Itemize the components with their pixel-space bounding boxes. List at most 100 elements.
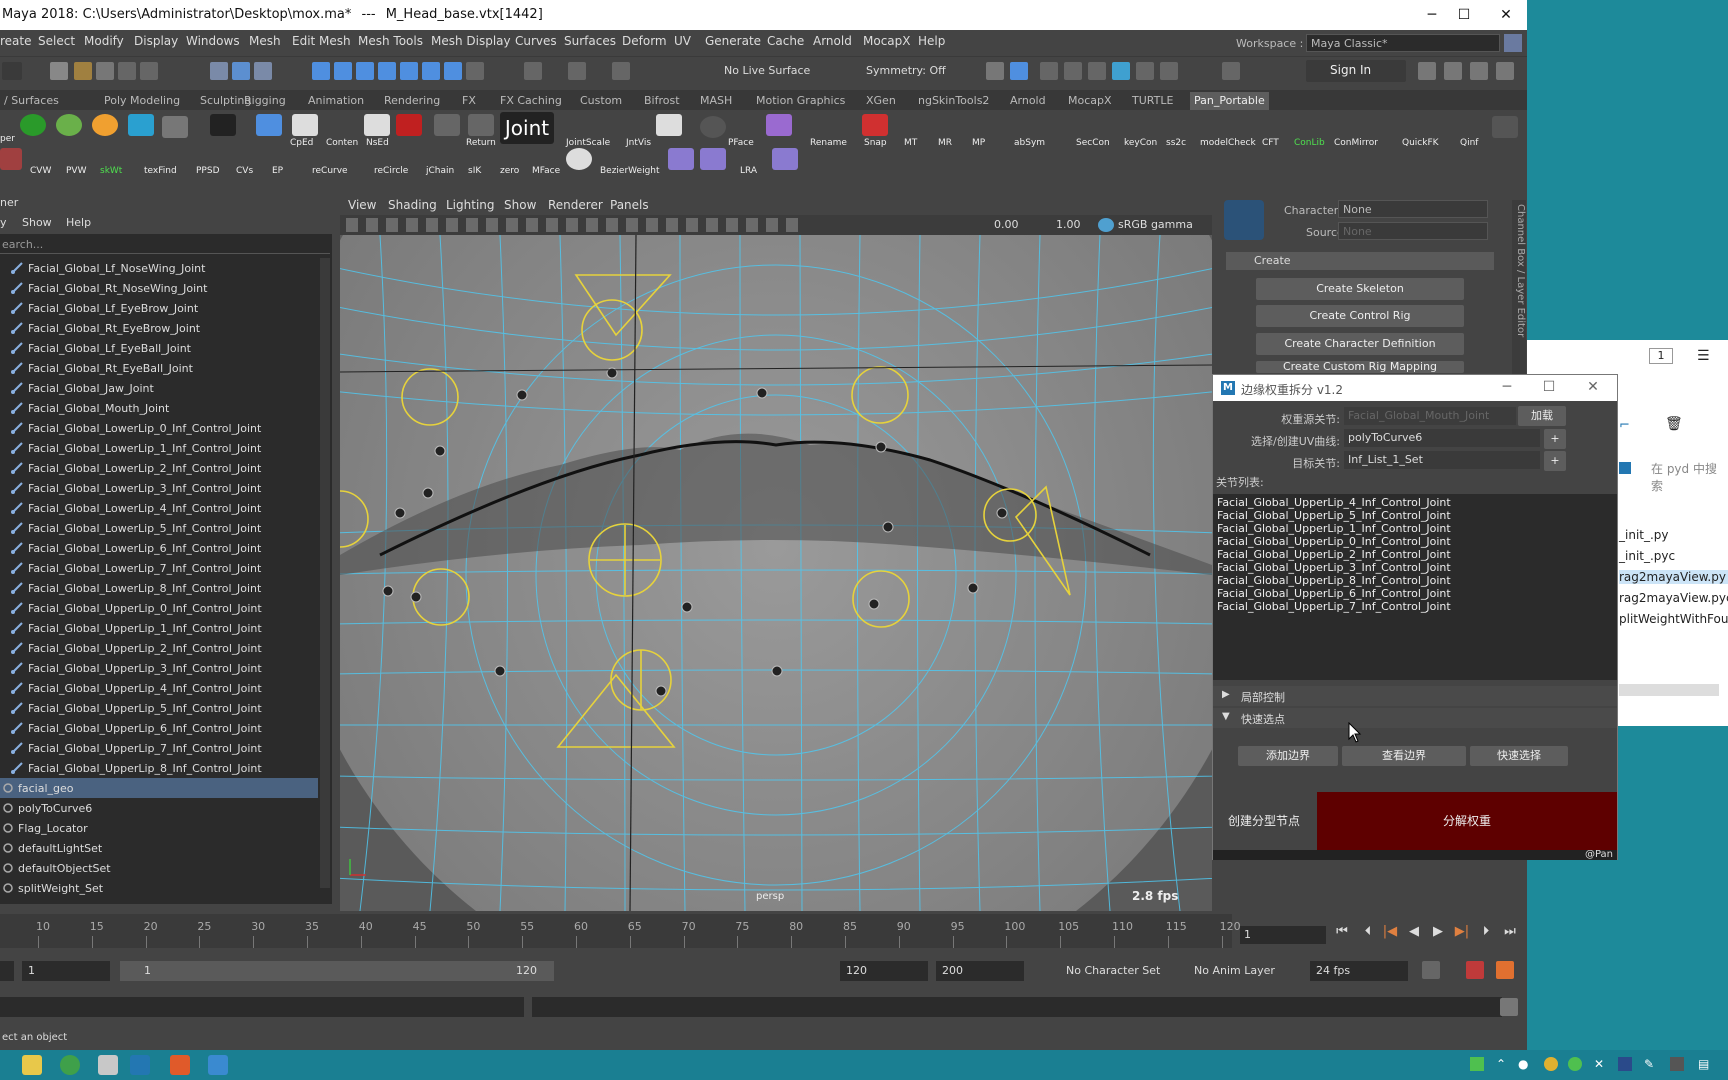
shelf-cvw[interactable]: CVW bbox=[30, 166, 51, 176]
add-border-button[interactable]: 添加边界 bbox=[1238, 746, 1338, 766]
outliner-item[interactable]: Facial_Global_Lf_EyeBrow_Joint bbox=[0, 298, 318, 318]
outliner-item[interactable]: Facial_Global_UpperLip_2_Inf_Control_Joi… bbox=[0, 638, 318, 658]
cped-icon[interactable] bbox=[256, 114, 282, 136]
outliner-item[interactable]: Facial_Global_Lf_EyeBall_Joint bbox=[0, 338, 318, 358]
tab-custom[interactable]: Custom bbox=[576, 92, 626, 110]
green-ball-icon[interactable] bbox=[56, 114, 82, 136]
view-border-button[interactable]: 查看边界 bbox=[1342, 746, 1466, 766]
step-back-frame-icon[interactable]: |◀ bbox=[1382, 924, 1398, 942]
workspace-select[interactable]: Maya Classic* bbox=[1306, 34, 1500, 52]
outliner-item[interactable]: Facial_Global_Rt_EyeBrow_Joint bbox=[0, 318, 318, 338]
weight-source-field[interactable]: Facial_Global_Mouth_Joint bbox=[1344, 407, 1516, 425]
render-frame-icon[interactable] bbox=[1064, 62, 1082, 80]
mel-input[interactable] bbox=[0, 997, 524, 1017]
tab-motion-graphics[interactable]: Motion Graphics bbox=[752, 92, 849, 110]
outliner-item[interactable]: Facial_Global_LowerLip_4_Inf_Control_Joi… bbox=[0, 498, 318, 518]
snap-shelf-icon[interactable] bbox=[862, 114, 888, 136]
redo-icon[interactable] bbox=[140, 62, 158, 80]
shelf-cvs[interactable]: CVs bbox=[236, 166, 253, 176]
shelf-mface[interactable]: MFace bbox=[532, 166, 560, 176]
menu-mesh-tools[interactable]: Mesh Tools bbox=[358, 34, 423, 48]
outliner-item[interactable]: Facial_Global_UpperLip_3_Inf_Control_Joi… bbox=[0, 658, 318, 678]
add-curve-button[interactable]: + bbox=[1544, 429, 1566, 449]
menu-icon[interactable]: ☰ bbox=[1697, 348, 1710, 364]
render-view-icon[interactable] bbox=[986, 62, 1004, 80]
lattice-icon[interactable] bbox=[668, 148, 694, 170]
shelf-conlib[interactable]: ConLib bbox=[1294, 138, 1325, 148]
time-slider[interactable] bbox=[0, 914, 1232, 948]
tool-close-button[interactable]: ✕ bbox=[1583, 379, 1603, 395]
construction-icon[interactable] bbox=[568, 62, 586, 80]
shelf-skwt[interactable]: skWt bbox=[100, 166, 122, 176]
joint-list-item[interactable]: Facial_Global_UpperLip_0_Inf_Control_Joi… bbox=[1217, 535, 1613, 548]
shelf-return[interactable]: Return bbox=[466, 138, 496, 148]
shelf-conmirror[interactable]: ConMirror bbox=[1334, 138, 1378, 148]
shelf-rename[interactable]: Rename bbox=[810, 138, 847, 148]
tool-minimize-button[interactable]: ─ bbox=[1497, 379, 1517, 395]
fps-dropdown[interactable]: 24 fps bbox=[1310, 961, 1408, 981]
outliner-item[interactable]: Flag_Locator bbox=[0, 818, 318, 838]
outliner-item[interactable]: Facial_Global_UpperLip_8_Inf_Control_Joi… bbox=[0, 758, 318, 778]
outliner-item[interactable]: Facial_Global_Jaw_Joint bbox=[0, 378, 318, 398]
create-character-definition-button[interactable]: Create Character Definition bbox=[1256, 333, 1464, 355]
five-icon[interactable] bbox=[92, 114, 118, 136]
close-button[interactable]: ✕ bbox=[1486, 4, 1526, 26]
notepad-icon[interactable] bbox=[98, 1055, 118, 1075]
snap-center-icon[interactable] bbox=[422, 62, 440, 80]
step-forward-frame-icon[interactable]: ▶| bbox=[1454, 924, 1470, 942]
notification-icon[interactable]: ▤ bbox=[1698, 1057, 1712, 1071]
step-forward-key-icon[interactable]: ⏵ bbox=[1478, 924, 1494, 942]
pause-icon[interactable] bbox=[1136, 62, 1154, 80]
menu-deform[interactable]: Deform bbox=[622, 34, 667, 48]
shelf-conten[interactable]: Conten bbox=[326, 138, 358, 148]
create-custom-rig-mapping-button[interactable]: Create Custom Rig Mapping bbox=[1256, 361, 1464, 373]
anim-prefs-icon[interactable] bbox=[1496, 961, 1514, 979]
menu-mesh-display[interactable]: Mesh Display bbox=[431, 34, 511, 48]
rig-icon[interactable] bbox=[700, 148, 726, 170]
outliner-item[interactable]: Facial_Global_Rt_NoseWing_Joint bbox=[0, 278, 318, 298]
outliner-item[interactable]: Facial_Global_UpperLip_0_Inf_Control_Joi… bbox=[0, 598, 318, 618]
menu-arnold[interactable]: Arnold bbox=[813, 34, 852, 48]
paint-select-icon[interactable] bbox=[254, 62, 272, 80]
undo-icon[interactable] bbox=[118, 62, 136, 80]
create-node-button[interactable]: 创建分型节点 bbox=[1213, 792, 1315, 850]
lock-icon[interactable] bbox=[1504, 34, 1522, 52]
shelf-jchain[interactable]: jChain bbox=[426, 166, 454, 176]
tab-ngskintools2[interactable]: ngSkinTools2 bbox=[914, 92, 993, 110]
local-control-section[interactable]: 局部控制 bbox=[1213, 686, 1617, 706]
outliner-menu-help[interactable]: Help bbox=[66, 216, 91, 229]
attribute-editor-icon[interactable] bbox=[1444, 62, 1462, 80]
green-sphere-icon[interactable] bbox=[20, 114, 46, 136]
menu-select[interactable]: Select bbox=[38, 34, 75, 48]
skeleton-icon[interactable] bbox=[210, 114, 236, 136]
shelf-mt[interactable]: MT bbox=[904, 138, 917, 148]
search-tray-icon[interactable] bbox=[1544, 1057, 1558, 1071]
quick-select-section[interactable]: 快速选点 bbox=[1213, 708, 1617, 728]
glasses-icon[interactable] bbox=[656, 114, 682, 136]
shelf-pface[interactable]: PFace bbox=[728, 138, 754, 148]
shelf-sik[interactable]: sIK bbox=[468, 166, 481, 176]
symmetry-dropdown[interactable]: Symmetry: Off bbox=[862, 61, 956, 81]
joint-list-item[interactable]: Facial_Global_UpperLip_6_Inf_Control_Joi… bbox=[1217, 587, 1613, 600]
joint-list-item[interactable]: Facial_Global_UpperLip_4_Inf_Control_Joi… bbox=[1217, 496, 1613, 509]
battery-icon[interactable] bbox=[1470, 1057, 1484, 1071]
shelf-quickfk[interactable]: QuickFK bbox=[1402, 138, 1439, 148]
menu-create[interactable]: reate bbox=[0, 34, 32, 48]
go-end-icon[interactable]: ⏭ bbox=[1502, 924, 1518, 942]
create-control-rig-button[interactable]: Create Control Rig bbox=[1256, 305, 1464, 327]
menu-mesh[interactable]: Mesh bbox=[249, 34, 281, 48]
tool-settings-icon[interactable] bbox=[1470, 62, 1488, 80]
shelf-keycon[interactable]: keyCon bbox=[1124, 138, 1157, 148]
network-icon[interactable] bbox=[1670, 1057, 1684, 1071]
tab-pan-portable[interactable]: Pan_Portable bbox=[1190, 92, 1269, 110]
tab-animation[interactable]: Animation bbox=[304, 92, 368, 110]
shelf-snap[interactable]: Snap bbox=[864, 138, 887, 148]
stop-render-icon[interactable] bbox=[1160, 62, 1178, 80]
outliner-item[interactable]: Facial_Global_UpperLip_6_Inf_Control_Joi… bbox=[0, 718, 318, 738]
new-scene-icon[interactable] bbox=[50, 62, 68, 80]
tab-xgen[interactable]: XGen bbox=[862, 92, 900, 110]
character-set-dropdown[interactable]: No Character Set bbox=[1066, 964, 1160, 977]
shelf-jntvis[interactable]: JntVis bbox=[626, 138, 651, 148]
outliner-item[interactable]: defaultObjectSet bbox=[0, 858, 318, 878]
vp-menu-panels[interactable]: Panels bbox=[610, 198, 649, 212]
